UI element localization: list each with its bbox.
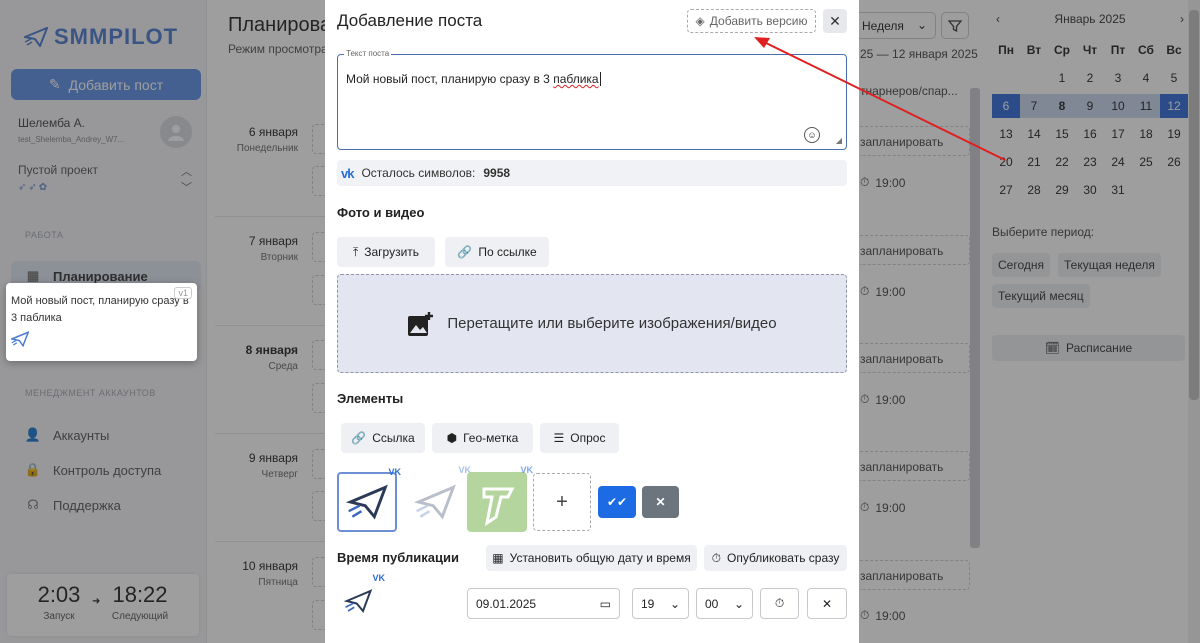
vk-icon: vk [341, 165, 355, 181]
poll-button[interactable]: ☰ Опрос [540, 423, 619, 453]
publish-hour-value: 19 [641, 596, 655, 611]
vk-badge: VK [388, 467, 401, 477]
clear-time-button[interactable]: ✕ [807, 588, 847, 619]
paper-plane-icon [9, 330, 192, 350]
stopwatch-icon: ⏱ [774, 596, 785, 610]
link-icon: 🔗 [457, 245, 473, 259]
geo-tag-label: Гео-метка [463, 431, 519, 445]
chars-label: Осталось символов: [361, 166, 476, 180]
account-avatar: VK [337, 573, 385, 622]
dropzone-text: Перетащите или выберите изображения/виде… [447, 315, 777, 332]
paper-plane-icon [343, 589, 373, 613]
t-logo-icon [482, 487, 515, 527]
by-link-button[interactable]: 🔗 По ссылке [445, 237, 549, 267]
poll-icon: ☰ [553, 431, 565, 445]
chars-remaining: vk Осталось символов: 9958 [337, 160, 847, 186]
post-text-main: Мой новый пост, планирую сразу в 3 [346, 72, 554, 86]
select-all-button[interactable]: ✔✔ [598, 486, 636, 518]
add-version-button[interactable]: ◈ Добавить версию [687, 9, 816, 33]
post-text-label: Текст поста [344, 49, 392, 58]
link-element-label: Ссылка [372, 431, 415, 445]
account-tile[interactable]: VK [405, 465, 471, 532]
calendar-icon: ▦ [492, 551, 504, 565]
post-preview-card[interactable]: Мой новый пост, планирую сразу в 3 пабли… [6, 283, 197, 361]
publish-hour-select[interactable]: 19 ⌄ [632, 588, 689, 619]
publish-minute-value: 00 [705, 596, 719, 611]
text-cursor [599, 72, 601, 86]
layers-icon: ◈ [695, 14, 705, 28]
publish-timer-button[interactable]: ⏱ [760, 588, 799, 619]
calendar-icon[interactable]: ▭ [600, 597, 611, 611]
resize-handle-icon[interactable]: ◢ [836, 136, 842, 145]
link-icon: 🔗 [351, 431, 367, 445]
publish-now-button[interactable]: ⏱ Опубликовать сразу [704, 545, 847, 571]
version-badge: v1 [174, 287, 192, 299]
vk-badge: VK [372, 573, 385, 583]
by-link-label: По ссылке [478, 245, 537, 259]
chevron-down-icon: ⌄ [669, 596, 680, 611]
publish-minute-select[interactable]: 00 ⌄ [696, 588, 753, 619]
map-pin-icon: ⬢ [446, 431, 458, 445]
double-check-icon: ✔✔ [606, 495, 628, 509]
link-element-button[interactable]: 🔗 Ссылка [341, 423, 425, 453]
publish-date-value: 09.01.2025 [476, 596, 537, 611]
close-icon: ✕ [821, 596, 833, 611]
publish-section-title: Время публикации [337, 550, 459, 565]
add-account-button[interactable]: + [533, 473, 591, 531]
geo-tag-button[interactable]: ⬢ Гео-метка [432, 423, 533, 453]
chars-count: 9958 [483, 166, 511, 180]
vk-badge: VK [520, 465, 533, 475]
add-post-modal: Добавление поста ◈ Добавить версию ✕ Тек… [325, 0, 859, 643]
modal-title: Добавление поста [337, 11, 483, 30]
poll-label: Опрос [570, 431, 606, 445]
add-image-icon [408, 311, 434, 336]
media-dropzone[interactable]: Перетащите или выберите изображения/виде… [337, 274, 847, 373]
paper-plane-icon [345, 484, 388, 520]
close-button[interactable]: ✕ [823, 9, 847, 33]
publish-now-label: Опубликовать сразу [726, 551, 840, 565]
post-text-value: Мой новый пост, планирую сразу в 3 пабли… [346, 72, 601, 86]
upload-icon: ⤒ [352, 244, 359, 259]
emoji-icon[interactable]: ☺ [804, 127, 820, 143]
account-tile-selected[interactable]: VK [337, 467, 401, 532]
set-common-datetime-label: Установить общую дату и время [509, 551, 691, 565]
stopwatch-icon: ⏱ [711, 550, 721, 565]
deselect-all-button[interactable]: ✕ [642, 486, 679, 518]
post-preview-text: Мой новый пост, планирую сразу в 3 пабли… [11, 295, 189, 324]
close-icon: ✕ [829, 12, 841, 29]
add-version-label: Добавить версию [709, 14, 808, 28]
upload-label: Загрузить [364, 245, 420, 259]
paper-plane-icon [413, 484, 456, 520]
post-text-field[interactable]: Текст поста Мой новый пост, планирую сра… [337, 49, 847, 150]
upload-button[interactable]: ⤒ Загрузить [337, 237, 435, 267]
post-text-misspelled: паблика [553, 72, 599, 86]
chevron-down-icon: ⌄ [733, 596, 744, 611]
photo-section-title: Фото и видео [337, 205, 425, 220]
elements-section-title: Элементы [337, 391, 404, 406]
plus-icon: + [556, 490, 568, 513]
account-tile[interactable]: VK [467, 465, 533, 532]
publish-date-field[interactable]: 09.01.2025 ▭ [467, 588, 620, 619]
set-common-datetime-button[interactable]: ▦ Установить общую дату и время [486, 545, 697, 571]
close-icon: ✕ [655, 495, 666, 509]
